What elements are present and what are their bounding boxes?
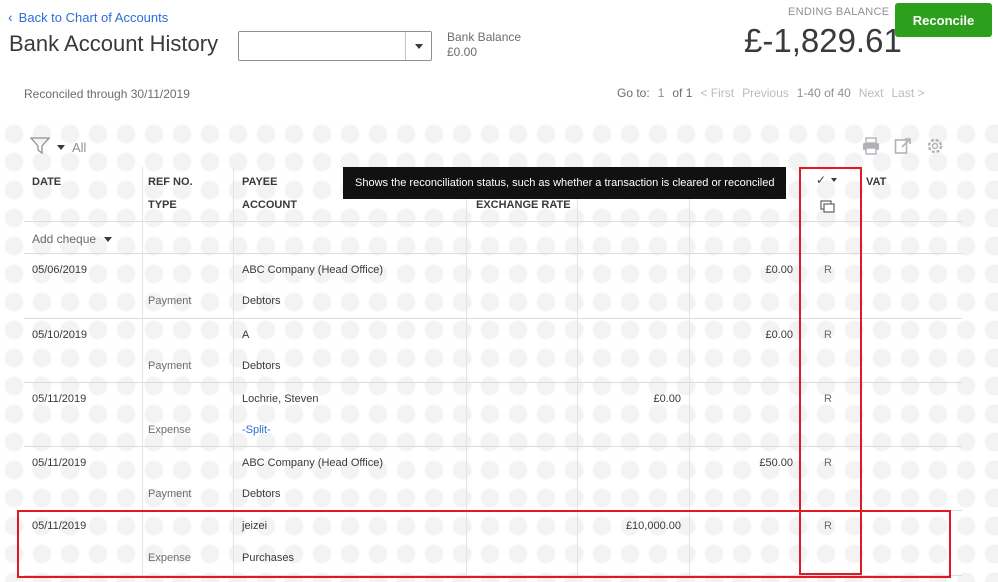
page-title: Bank Account History: [9, 31, 219, 56]
row-deposit: £50.00: [759, 457, 793, 469]
add-cheque-dropdown[interactable]: Add cheque: [32, 232, 113, 246]
row-account: Debtors: [242, 488, 281, 500]
account-select[interactable]: [238, 31, 432, 61]
row-account: Debtors: [242, 295, 281, 307]
row-deposit: £0.00: [765, 329, 793, 341]
last-page-link[interactable]: Last >: [891, 86, 924, 100]
row-date: 05/10/2019: [32, 329, 88, 341]
row-date: 05/11/2019: [32, 393, 87, 405]
col-type[interactable]: TYPE: [148, 199, 177, 211]
filter-icon: [29, 137, 51, 158]
back-to-chart-link[interactable]: ‹ Back to Chart of Accounts: [8, 9, 168, 25]
row-type: Expense: [148, 424, 191, 436]
select-arrow[interactable]: [405, 32, 431, 60]
pagination: Go to: 1 of 1 < First Previous 1-40 of 4…: [617, 86, 925, 100]
row-date: 05/11/2019: [32, 457, 87, 469]
row-deposit: £0.00: [765, 264, 793, 276]
row-type: Payment: [148, 360, 192, 372]
reconciled-through-text: Reconciled through 30/11/2019: [24, 87, 190, 101]
previous-page-link[interactable]: Previous: [742, 86, 789, 100]
page-of: of 1: [672, 86, 693, 100]
chevron-left-icon: ‹: [8, 9, 13, 25]
col-exchange-rate[interactable]: EXCHANGE RATE: [476, 199, 571, 211]
table-tools: [862, 137, 944, 160]
col-vat[interactable]: VAT: [866, 176, 886, 188]
col-ref-no[interactable]: REF NO.: [148, 176, 193, 188]
filter-label: All: [72, 140, 87, 155]
reconcile-status-tooltip: Shows the reconciliation status, such as…: [343, 167, 787, 199]
row-date: 05/06/2019: [32, 264, 88, 276]
reconcile-button[interactable]: Reconcile: [895, 3, 992, 37]
row-payee: ABC Company (Head Office): [242, 457, 384, 469]
back-link-label: Back to Chart of Accounts: [18, 9, 169, 25]
col-account[interactable]: ACCOUNT: [242, 199, 297, 211]
col-payee[interactable]: PAYEE: [242, 176, 277, 188]
row-account-split-link[interactable]: -Split-: [242, 424, 271, 436]
row-account: Debtors: [242, 360, 281, 372]
reconcile-status-header[interactable]: ✓: [816, 173, 838, 187]
filter-dropdown[interactable]: All: [29, 137, 87, 158]
goto-label: Go to:: [617, 86, 650, 100]
row-type: Payment: [148, 295, 192, 307]
row-payee: ABC Company (Head Office): [242, 264, 384, 276]
add-cheque-label: Add cheque: [32, 232, 97, 246]
copy-icon[interactable]: [820, 200, 836, 219]
col-date[interactable]: DATE: [32, 176, 61, 188]
bank-balance-value: £0.00: [447, 45, 478, 59]
first-page-link[interactable]: < First: [700, 86, 734, 100]
row-payee: Lochrie, Steven: [242, 393, 319, 405]
export-icon[interactable]: [894, 137, 912, 160]
chevron-down-icon: [414, 43, 423, 49]
ending-balance-label: ENDING BALANCE: [788, 6, 890, 18]
print-icon[interactable]: [862, 137, 880, 160]
gear-icon[interactable]: [926, 137, 944, 160]
row-type: Payment: [148, 488, 192, 500]
row-payee: A: [242, 329, 250, 341]
filter-caret-icon: [57, 145, 65, 150]
add-cheque-caret-icon: [104, 236, 113, 242]
row-highlight: [17, 510, 951, 578]
checkmark-icon: ✓: [816, 173, 827, 187]
row-payment: £0.00: [653, 393, 681, 405]
page-range: 1-40 of 40: [796, 86, 851, 100]
ending-balance-value: £-1,829.61: [744, 22, 902, 59]
bank-balance-label: Bank Balance: [447, 30, 522, 44]
next-page-link[interactable]: Next: [859, 86, 884, 100]
page-input[interactable]: 1: [658, 86, 665, 100]
status-caret-icon: [831, 178, 838, 182]
